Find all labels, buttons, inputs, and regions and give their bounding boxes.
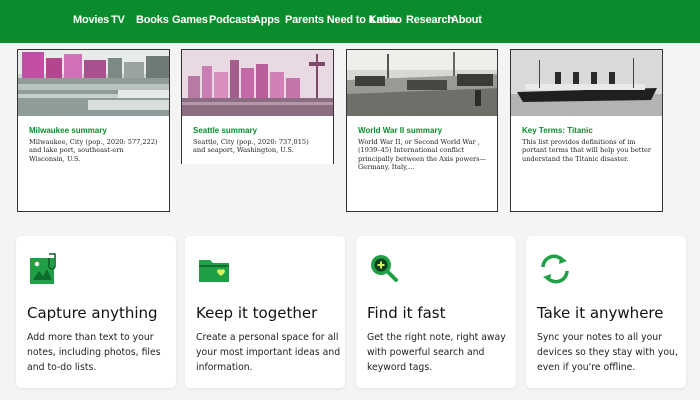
feature-description: Create a personal space for all your mos… — [196, 332, 341, 373]
world-war-ii-image — [347, 50, 497, 116]
feature-description: Get the right note, right away with powe… — [367, 332, 506, 373]
feature-capture-anything: Capture anything Add more than text to y… — [16, 236, 176, 388]
article-summary: World War II, or Second World War , (193… — [358, 138, 487, 171]
nav-research[interactable]: Research — [406, 14, 454, 26]
nav-games[interactable]: Games — [172, 14, 208, 26]
article-summary: This list provides definitions of im por… — [522, 138, 652, 163]
feature-description: Add more than text to your notes, includ… — [27, 332, 161, 373]
article-card-world-war-ii[interactable]: World War II summary World War II, or Se… — [346, 49, 498, 212]
article-title[interactable]: Key Terms: Titanic — [522, 126, 593, 135]
top-nav-bar: Movies TV Books Games Podcasts Apps Pare… — [0, 0, 700, 43]
folder-heart-icon — [197, 252, 229, 286]
article-title[interactable]: Milwaukee summary — [29, 126, 107, 135]
nav-podcasts[interactable]: Podcasts — [209, 14, 257, 26]
nav-movies[interactable]: Movies — [73, 14, 109, 26]
feature-title: Keep it together — [196, 304, 318, 322]
feature-title: Take it anywhere — [537, 304, 664, 322]
article-title[interactable]: Seattle summary — [193, 126, 257, 135]
feature-title: Capture anything — [27, 304, 158, 322]
feature-find-it-fast: Find it fast Get the right note, right a… — [356, 236, 516, 388]
nav-apps[interactable]: Apps — [253, 14, 280, 26]
nav-about[interactable]: About — [451, 14, 482, 26]
article-card-seattle[interactable]: Seattle summary Seattle, City (pop., 202… — [181, 49, 334, 164]
search-plus-icon — [368, 252, 398, 286]
titanic-image — [511, 50, 662, 116]
article-card-milwaukee[interactable]: Milwaukee summary Milwaukee, City (pop.,… — [17, 49, 170, 212]
milwaukee-image — [18, 50, 169, 116]
article-title[interactable]: World War II summary — [358, 126, 442, 135]
feature-description: Sync your notes to all your devices so t… — [537, 332, 678, 373]
feature-take-it-anywhere: Take it anywhere Sync your notes to all … — [526, 236, 686, 388]
article-summary: Seattle, City (pop., 2020: 737,015) and … — [193, 138, 309, 155]
nav-tv[interactable]: TV — [111, 14, 125, 26]
seattle-image — [182, 50, 333, 116]
article-card-titanic[interactable]: Key Terms: Titanic This list provides de… — [510, 49, 663, 212]
feature-keep-it-together: Keep it together Create a personal space… — [185, 236, 345, 388]
image-clip-icon — [28, 252, 58, 286]
feature-title: Find it fast — [367, 304, 446, 322]
article-summary: Milwaukee, City (pop., 2020: 577,222) an… — [29, 138, 158, 163]
nav-books[interactable]: Books — [136, 14, 169, 26]
sync-icon — [538, 252, 569, 286]
nav-latino[interactable]: Latino — [370, 14, 402, 26]
